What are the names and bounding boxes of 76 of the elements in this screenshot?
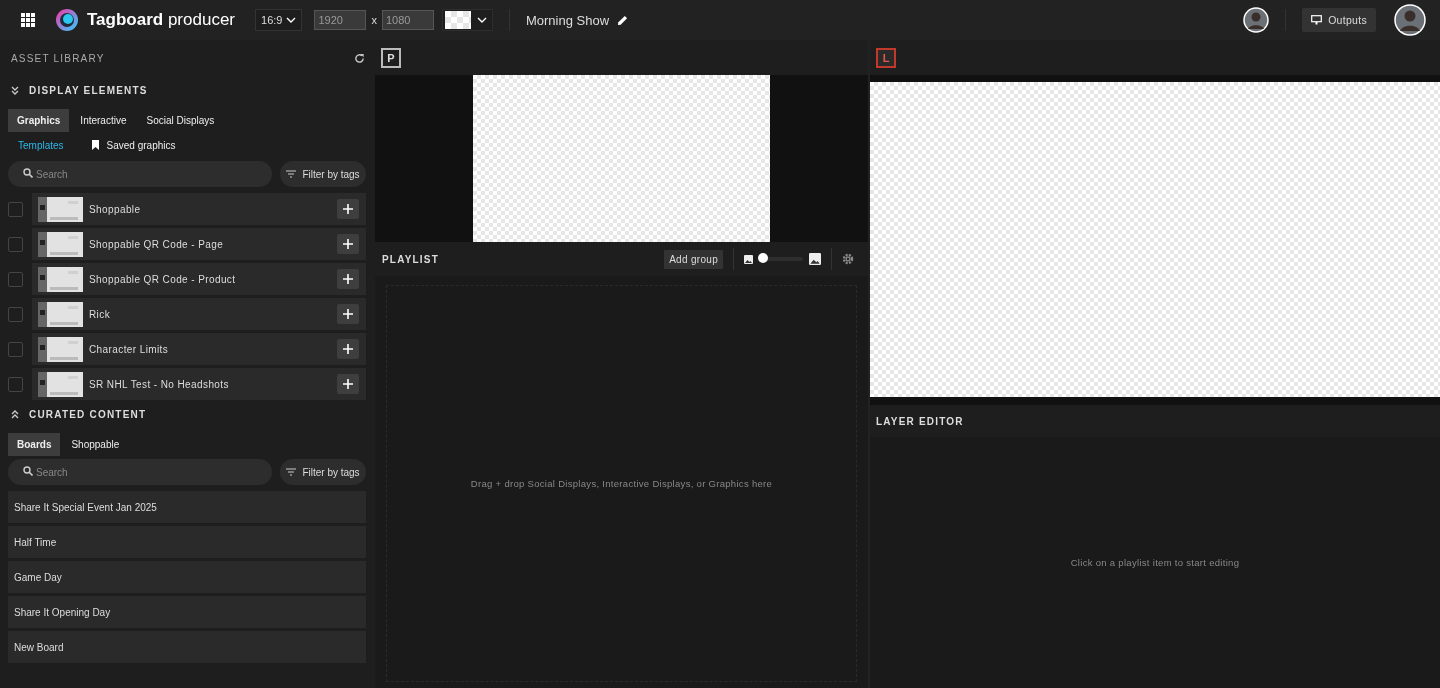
add-icon[interactable] <box>337 339 359 359</box>
panel-title: PLAYLIST <box>382 253 440 265</box>
template-item[interactable]: SR NHL Test - No Headshots <box>32 368 366 400</box>
filter-icon <box>286 170 297 178</box>
tab[interactable]: Boards <box>8 433 61 456</box>
subtab[interactable]: Saved graphics <box>91 139 176 151</box>
template-name: Shoppable QR Code - Page <box>89 238 225 250</box>
template-item[interactable]: Character Limits <box>32 333 366 365</box>
monitor-icon <box>1311 15 1323 25</box>
add-icon[interactable] <box>337 269 359 289</box>
settings-icon[interactable] <box>842 253 854 265</box>
collapse-icon[interactable] <box>11 85 19 95</box>
checkbox[interactable] <box>8 376 23 392</box>
expand-icon[interactable] <box>11 409 19 419</box>
template-name: Shoppable QR Code - Product <box>89 273 237 285</box>
checkbox[interactable] <box>8 341 23 357</box>
avatar-icon[interactable] <box>1394 4 1426 36</box>
show-name: Morning Show <box>525 12 610 28</box>
dimension-separator: x <box>371 14 377 26</box>
search-field[interactable]: Search <box>8 161 272 187</box>
add-icon[interactable] <box>337 374 359 394</box>
search-field[interactable]: Search <box>8 459 272 485</box>
panel-title: ASSET LIBRARY <box>11 52 105 64</box>
filter-icon <box>286 468 297 476</box>
tab[interactable]: Social Displays <box>137 109 224 132</box>
aspect-ratio-dropdown[interactable]: 16:9 <box>255 9 303 31</box>
bookmark-icon <box>91 140 99 150</box>
logo-icon <box>55 8 79 32</box>
panel-title: LAYER EDITOR <box>876 415 964 427</box>
template-name: SR NHL Test - No Headshots <box>89 378 230 390</box>
apps-grid-icon[interactable] <box>21 13 35 27</box>
empty-playlist-hint: Drag + drop Social Displays, Interactive Displays, or Graphics here <box>470 478 773 489</box>
board-item[interactable]: New Board <box>8 631 366 663</box>
board-item[interactable]: Game Day <box>8 561 366 593</box>
refresh-icon[interactable] <box>354 52 365 64</box>
board-item[interactable]: Share It Opening Day <box>8 596 366 628</box>
template-item[interactable]: Rick <box>32 298 366 330</box>
chevron-icon <box>286 17 297 23</box>
board-item[interactable]: Share It Special Event Jan 2025 <box>8 491 366 523</box>
avatar-icon[interactable] <box>1243 7 1270 33</box>
subtab[interactable]: Templates <box>18 139 64 151</box>
section-title: CURATED CONTENT <box>29 408 147 420</box>
image-icon <box>744 254 753 264</box>
preview-badge: P <box>381 47 401 68</box>
board-item[interactable]: Half Time <box>8 526 366 558</box>
app-title: Tagboard producer <box>87 10 235 30</box>
tab[interactable]: Interactive <box>71 109 136 132</box>
section-title: DISPLAY ELEMENTS <box>29 84 148 96</box>
outputs-button[interactable]: Outputs <box>1302 8 1376 32</box>
background-dropdown[interactable] <box>441 9 493 31</box>
add-icon[interactable] <box>337 304 359 324</box>
template-name: Character Limits <box>89 343 170 355</box>
height-field[interactable]: 1080 <box>381 10 434 30</box>
checkbox[interactable] <box>8 306 23 322</box>
template-name: Rick <box>89 308 112 320</box>
live-badge: L <box>876 47 896 68</box>
pencil-icon[interactable] <box>617 14 629 26</box>
template-item[interactable]: Shoppable QR Code - Product <box>32 263 366 295</box>
template-name: Shoppable <box>89 203 142 215</box>
image-icon <box>809 253 821 265</box>
slider-thumb[interactable] <box>758 253 769 263</box>
template-item[interactable]: Shoppable QR Code - Page <box>32 228 366 260</box>
tab[interactable]: Shoppable <box>62 433 129 456</box>
checkbox[interactable] <box>8 271 23 287</box>
empty-editor-hint: Click on a playlist item to start editing <box>1070 557 1240 568</box>
filter-button[interactable]: Filter by tags <box>280 459 366 485</box>
checkbox[interactable] <box>8 236 23 252</box>
add-group-button[interactable]: Add group <box>664 249 723 269</box>
tab[interactable]: Graphics <box>8 109 70 132</box>
add-icon[interactable] <box>337 234 359 254</box>
width-field[interactable]: 1920 <box>314 10 367 30</box>
template-item[interactable]: Shoppable <box>32 193 366 225</box>
checkbox[interactable] <box>8 201 23 217</box>
add-icon[interactable] <box>337 199 359 219</box>
chevron-icon <box>476 17 487 23</box>
filter-button[interactable]: Filter by tags <box>280 161 366 187</box>
